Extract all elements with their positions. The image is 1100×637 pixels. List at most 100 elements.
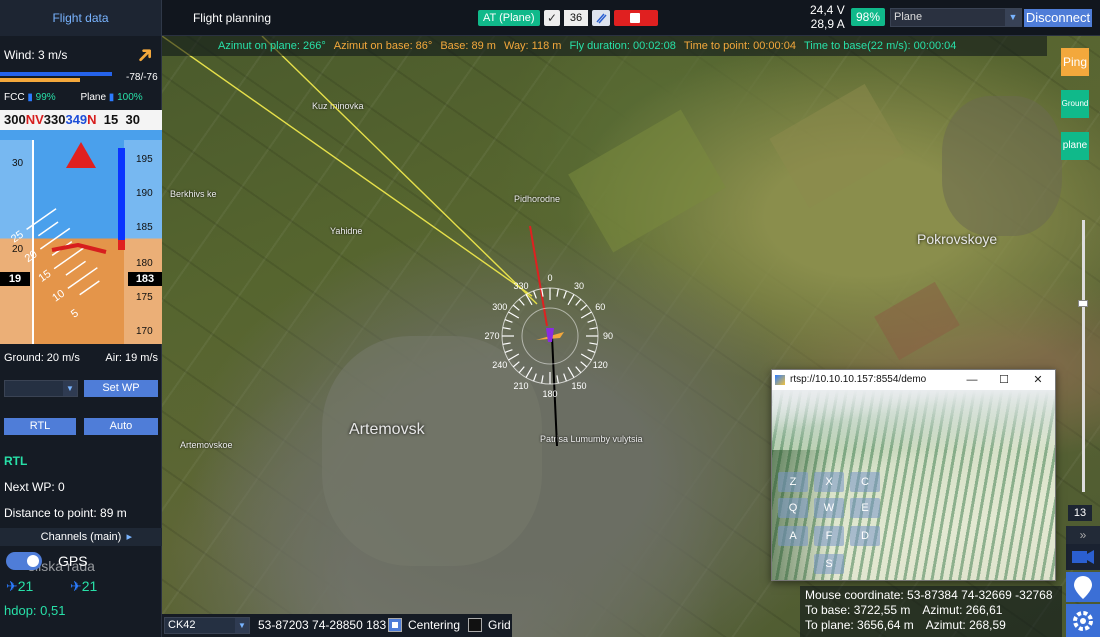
zoom-slider[interactable]: [1082, 220, 1085, 492]
azimut-to-base: Azimut: 266,61: [922, 603, 1003, 617]
compass-rose-label: 30: [574, 281, 584, 291]
compass-tick: [580, 311, 592, 319]
key-f[interactable]: F: [814, 526, 844, 546]
wind-value: -78/-76: [126, 72, 158, 83]
satellite-count-value: 21: [17, 578, 34, 594]
video-title-bar[interactable]: rtsp://10.10.10.157:8554/demo — ☐ ✕: [772, 370, 1055, 390]
crs-select-value: CK42: [168, 619, 196, 631]
signal-icon: ▮: [27, 92, 33, 103]
wind-bar: [0, 72, 112, 76]
ping-button[interactable]: Ping: [1061, 48, 1089, 76]
compass-rose-label: 150: [571, 381, 586, 391]
key-e[interactable]: E: [850, 498, 880, 518]
chevron-right-icon[interactable]: ▸: [126, 528, 132, 546]
compass-tick: [508, 353, 520, 361]
compass-rose-label: 180: [542, 389, 557, 399]
crs-select[interactable]: CK42 ▼: [164, 617, 250, 634]
azimut-to-plane: Azimut: 268,59: [925, 618, 1006, 632]
grid-checkbox[interactable]: [468, 618, 482, 632]
tab-flight-planning[interactable]: Flight planning: [162, 0, 302, 36]
video-feed[interactable]: Z X C Q W E A F D S: [772, 390, 1055, 580]
check-icon[interactable]: ✓: [544, 10, 560, 26]
time-to-base: Time to base(22 m/s): 00:00:04: [803, 40, 957, 52]
key-d[interactable]: D: [850, 526, 880, 546]
current-value: 28,9 A: [810, 17, 845, 31]
disconnect-button[interactable]: Disconnect: [1024, 9, 1092, 27]
chevron-down-icon[interactable]: ▼: [1005, 9, 1021, 26]
compass-tick: [580, 361, 588, 368]
map-compass-rose: 0 30 60 90 120 150 180 210 240 270 300 330: [484, 273, 613, 399]
gear-icon[interactable]: [1066, 604, 1100, 637]
close-icon[interactable]: ✕: [1024, 370, 1052, 390]
grid-label: Grid: [488, 618, 511, 632]
set-wp-button[interactable]: Set WP: [84, 380, 158, 397]
compass-tick: [512, 361, 520, 368]
compass-tick: [518, 366, 525, 374]
minimize-icon[interactable]: —: [958, 370, 986, 390]
maximize-icon[interactable]: ☐: [990, 370, 1018, 390]
compass-tick: [502, 342, 511, 345]
voltage-value: 24,4 V: [810, 3, 845, 17]
zoom-slider-handle[interactable]: [1078, 300, 1088, 307]
fly-duration: Fly duration: 00:02:08: [569, 40, 676, 52]
video-window[interactable]: rtsp://10.10.10.157:8554/demo — ☐ ✕ Z X …: [771, 369, 1056, 581]
pitch-ladder: 25 20 15 10 5: [9, 208, 107, 321]
plane-select[interactable]: Plane ▼: [890, 8, 1022, 27]
compass-rose-label: 300: [492, 302, 507, 312]
ground-speed: Ground: 20 m/s: [4, 352, 80, 364]
video-camera-icon[interactable]: [1066, 544, 1100, 570]
compass-rose-label: 0: [547, 273, 552, 283]
channels-label: Channels (main): [40, 531, 122, 543]
compass-tick: [518, 298, 525, 306]
distance-to-point: Distance to point: 89 m: [4, 506, 127, 520]
map-pin-icon[interactable]: [1066, 572, 1100, 602]
time-to-point: Time to point: 00:00:04: [683, 40, 796, 52]
compass-tick: [533, 290, 537, 299]
flight-status: RTL: [4, 454, 28, 468]
speed-summary: Ground: 20 m/s Air: 19 m/s: [4, 352, 158, 364]
compass-tick: [580, 304, 588, 311]
arm-toggle[interactable]: [614, 10, 658, 26]
channels-dropdown[interactable]: Channels (main) ▸: [0, 528, 162, 546]
air-speed: Air: 19 m/s: [105, 352, 158, 364]
fcc-percent: 99%: [35, 92, 56, 103]
compass-rose-label: 60: [595, 302, 605, 312]
plane-button[interactable]: plane: [1061, 132, 1089, 160]
centering-checkbox[interactable]: [388, 618, 402, 632]
tab-flight-data[interactable]: Flight data: [0, 0, 162, 36]
attach-icon[interactable]: [592, 10, 610, 26]
auto-button[interactable]: Auto: [84, 418, 158, 435]
key-q[interactable]: Q: [778, 498, 808, 518]
compass-rose-label: 270: [484, 331, 499, 341]
gps-toggle[interactable]: [6, 552, 42, 570]
compass-tick: [567, 294, 575, 306]
key-a[interactable]: A: [778, 526, 808, 546]
key-z[interactable]: Z: [778, 472, 808, 492]
plane-link-label: Plane: [80, 92, 107, 103]
compass-rose-label: 330: [513, 281, 528, 291]
key-w[interactable]: W: [814, 498, 844, 518]
compass-tick: [567, 366, 575, 378]
ground-button[interactable]: Ground: [1061, 90, 1089, 118]
left-panel: Wind: 3 m/s ➜ -78/-76 FCC ▮ 99% Plane ▮ …: [0, 36, 162, 637]
channel-number[interactable]: 36: [564, 10, 588, 26]
key-s[interactable]: S: [814, 554, 844, 574]
flight-mode-badge[interactable]: AT (Plane): [478, 10, 540, 26]
to-plane: To plane: 3656,64 m: [805, 618, 914, 632]
signal-icon: ▮: [108, 92, 115, 103]
waypoint-select[interactable]: ▼: [4, 380, 78, 397]
plane-coordinates: 53-87203 74-28850 183: [258, 618, 387, 632]
key-c[interactable]: C: [850, 472, 880, 492]
key-x[interactable]: X: [814, 472, 844, 492]
mouse-coordinate: Mouse coordinate: 53-87384 74-32669 -327…: [805, 588, 1053, 602]
compass-tick: [504, 349, 513, 353]
compass-tick: [525, 366, 533, 378]
bottom-bar: CK42 ▼ 53-87203 74-28850 183 Centering G…: [162, 614, 512, 637]
video-sky: [772, 390, 1055, 450]
compass-tick: [563, 290, 567, 299]
rtl-button[interactable]: RTL: [4, 418, 76, 435]
fcc-label: FCC: [4, 92, 25, 103]
expand-icon[interactable]: »: [1066, 526, 1100, 544]
chevron-down-icon[interactable]: ▼: [235, 618, 249, 633]
chevron-down-icon[interactable]: ▼: [63, 381, 77, 396]
